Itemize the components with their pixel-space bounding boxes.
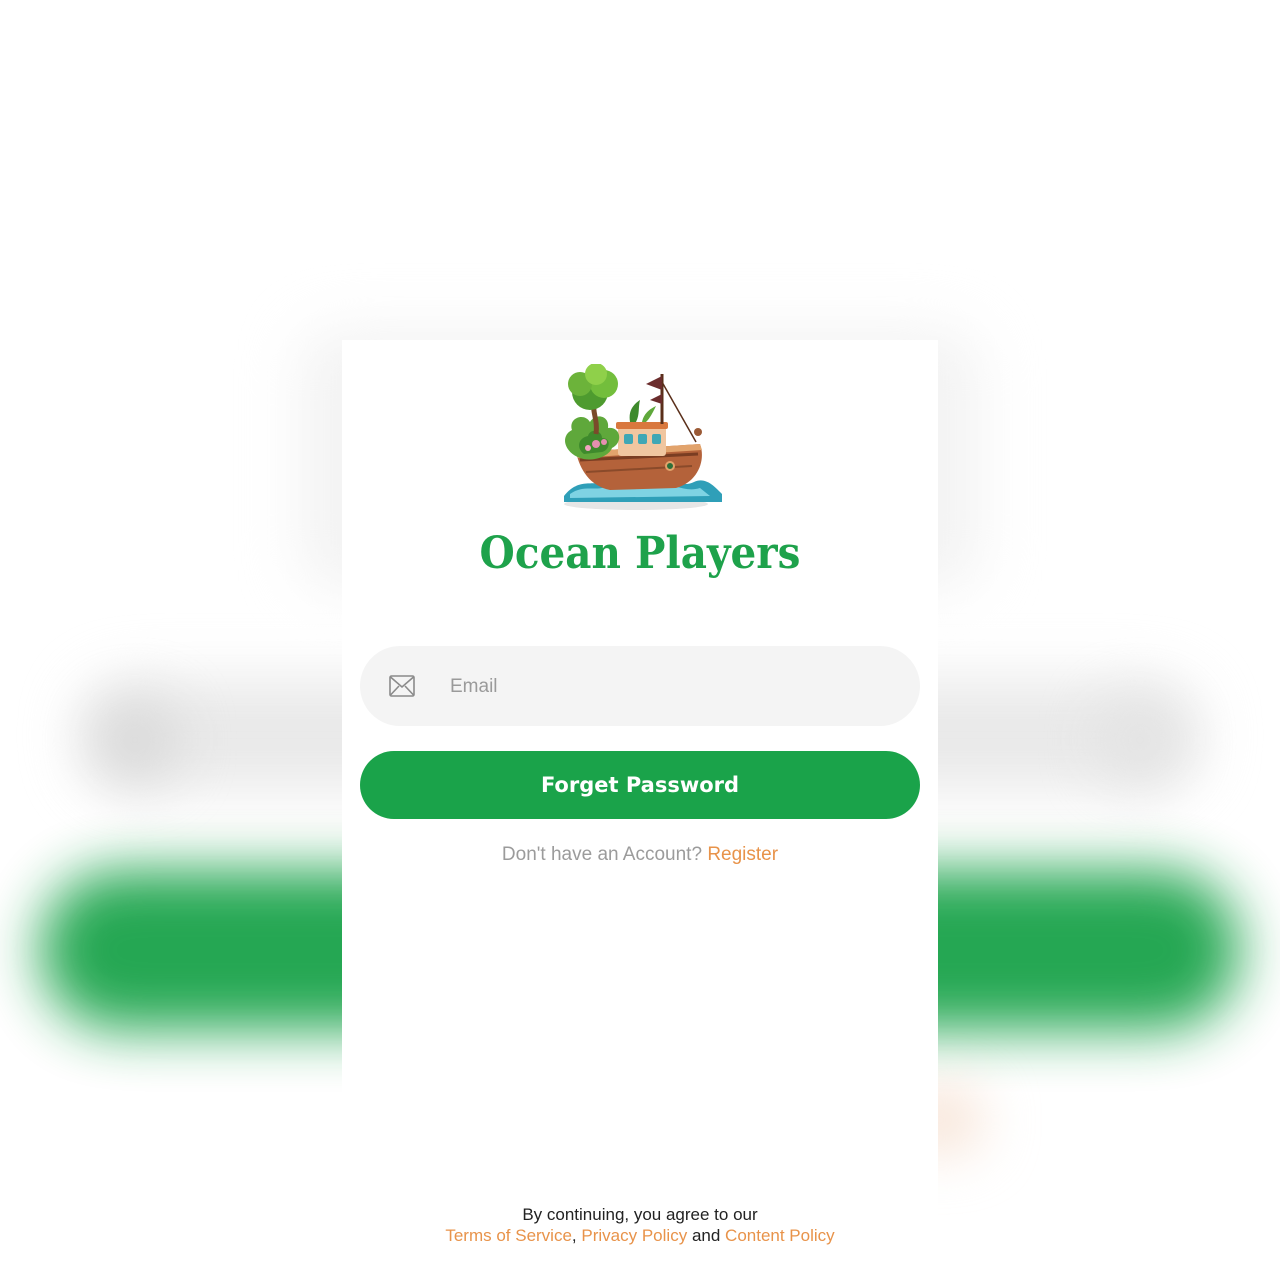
backdrop-blur-dot-left xyxy=(95,700,175,780)
backdrop-blur-dot-right xyxy=(1100,700,1180,780)
email-input[interactable] xyxy=(448,646,892,728)
mail-icon xyxy=(389,675,415,697)
app-logo xyxy=(550,363,730,516)
legal-notice: By continuing, you agree to our Terms of… xyxy=(342,1204,938,1246)
terms-of-service-link[interactable]: Terms of Service xyxy=(445,1226,572,1245)
content-policy-link[interactable]: Content Policy xyxy=(725,1226,835,1245)
register-link[interactable]: Register xyxy=(707,844,778,865)
brand-title: Ocean Players xyxy=(479,528,801,579)
legal-separator: , xyxy=(571,1226,577,1245)
privacy-policy-link[interactable]: Privacy Policy xyxy=(581,1226,687,1245)
legal-intro-text: By continuing, you agree to our xyxy=(522,1205,758,1224)
email-field[interactable] xyxy=(360,646,920,728)
screen: Ocean Players Forget Password Don't have… xyxy=(0,0,1280,1280)
register-prompt-text: Don't have an Account? xyxy=(501,844,703,865)
legal-and-text: and xyxy=(691,1226,721,1245)
forgot-password-screen: Ocean Players Forget Password Don't have… xyxy=(342,340,938,1280)
forget-password-button[interactable]: Forget Password xyxy=(360,751,920,819)
legal-links-row: Terms of Service, Privacy Policy and Con… xyxy=(342,1225,938,1246)
register-prompt-row: Don't have an Account? Register xyxy=(342,844,938,866)
boat-logo-icon xyxy=(564,363,722,510)
